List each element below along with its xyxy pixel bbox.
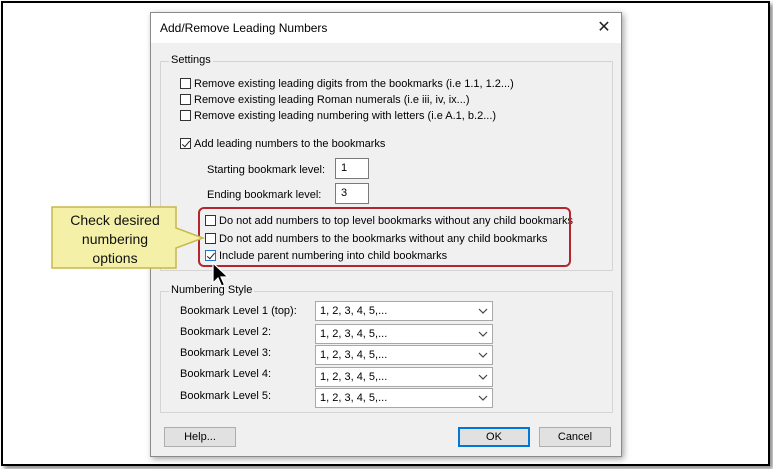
callout-line-2: numbering	[81, 231, 149, 247]
callout-text: Check desired numbering options	[54, 211, 176, 268]
mouse-pointer-icon	[212, 262, 230, 287]
callout-line-1: Check desired	[70, 212, 160, 228]
callout-line-3: options	[92, 250, 138, 266]
